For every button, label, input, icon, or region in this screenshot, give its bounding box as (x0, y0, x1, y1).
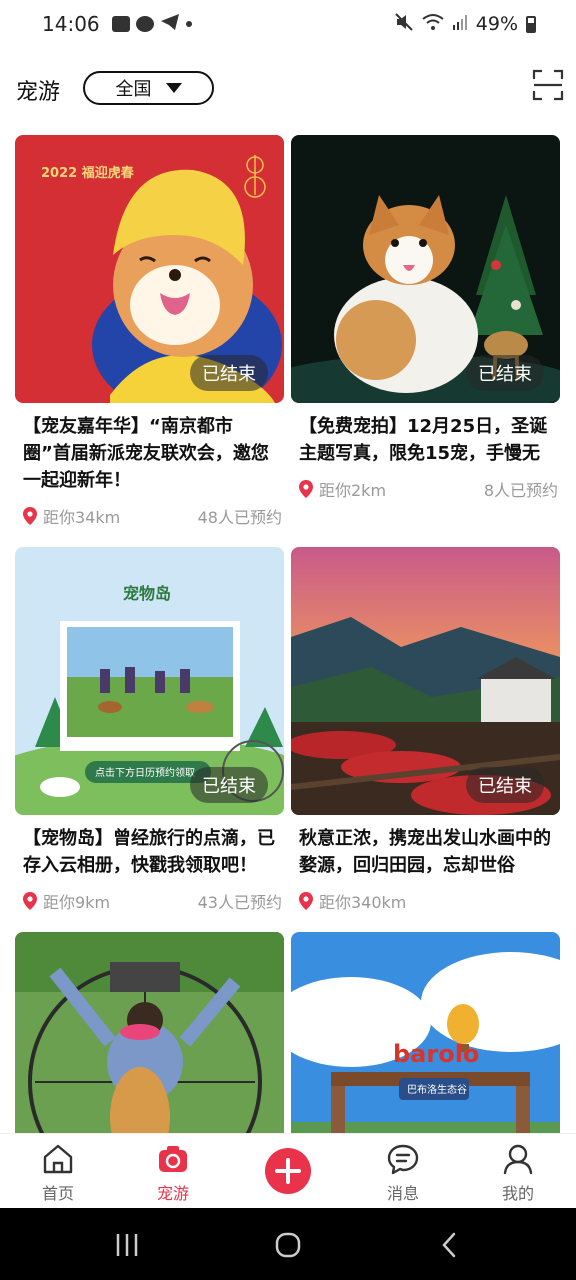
activity-card[interactable]: 已结束 【免费宠拍】12月25日，圣诞主题写真，限免15宠，手慢无 距你2km … (291, 135, 560, 503)
gallery-icon (111, 16, 130, 32)
reservation-count: 43人已预约 (197, 893, 282, 912)
home-button-icon[interactable] (273, 1230, 303, 1260)
system-nav-bar (0, 1208, 576, 1280)
activity-card[interactable]: 2022 福迎虎春 已结束 【宠友嘉年华】“南京都市圈”首届新派宠友联欢会，邀您… (15, 135, 284, 530)
nav-profile[interactable]: 我的 (483, 1142, 553, 1204)
ended-badge: 已结束 (190, 355, 268, 391)
activity-card[interactable] (15, 932, 284, 1133)
card-thumbnail (15, 932, 284, 1133)
nav-label: 宠游 (156, 1184, 189, 1203)
battery-icon (526, 15, 536, 33)
svg-text:宠物岛: 宠物岛 (123, 584, 171, 603)
activity-feed: 2022 福迎虎春 已结束 【宠友嘉年华】“南京都市圈”首届新派宠友联欢会，邀您… (15, 135, 561, 1133)
card-thumbnail: 已结束 (291, 135, 560, 403)
card-title: 秋意正浓，携宠出发山水画中的婺源，回归田园，忘却世俗 (299, 828, 551, 876)
activity-card[interactable]: 宠物岛 点击下方日历预约领取 已结束 【宠物岛】曾经旅行的点滴，已存入云相册，快… (15, 547, 284, 915)
card-thumbnail: 2022 福迎虎春 已结束 (15, 135, 284, 403)
distance-text: 距你34km (43, 508, 121, 527)
card-title: 【免费宠拍】12月25日，圣诞主题写真，限免15宠，手慢无 (299, 416, 548, 464)
battery-percent: 49% (475, 13, 518, 35)
card-meta: 距你340km (291, 887, 560, 915)
telegram-icon (160, 13, 180, 35)
location-pin-icon (299, 892, 313, 910)
distance-text: 距你2km (319, 481, 387, 500)
nav-label: 消息 (386, 1184, 419, 1203)
message-icon (387, 1144, 419, 1175)
ended-badge: 已结束 (190, 767, 268, 803)
add-button[interactable] (265, 1148, 311, 1194)
nav-label: 我的 (501, 1184, 534, 1203)
recent-apps-icon[interactable] (112, 1230, 142, 1260)
wifi-icon (422, 13, 444, 35)
nav-label: 首页 (41, 1184, 74, 1203)
mute-icon (394, 12, 414, 36)
distance-text: 距你9km (43, 893, 111, 912)
app-icon (135, 16, 154, 32)
distance-text: 距你340km (319, 893, 407, 912)
card-title: 【宠物岛】曾经旅行的点滴，已存入云相册，快戳我领取吧！ (23, 828, 275, 876)
svg-text:巴布洛生态谷: 巴布洛生态谷 (407, 1083, 467, 1096)
home-icon (43, 1144, 73, 1174)
card-thumbnail: 宠物岛 点击下方日历预约领取 已结束 (15, 547, 284, 815)
card-meta: 距你9km 43人已预约 (15, 887, 284, 915)
status-bar: 14:06 49% (0, 0, 576, 48)
card-thumbnail: barolo 巴布洛生态谷 (291, 932, 560, 1133)
svg-text:点击下方日历预约领取: 点击下方日历预约领取 (95, 766, 195, 779)
add-icon (275, 1158, 301, 1184)
page-title: 宠游 (16, 80, 61, 105)
nav-pet-travel[interactable]: 宠游 (138, 1142, 208, 1204)
region-selector[interactable]: 全国 (83, 71, 214, 105)
caret-down-icon (165, 83, 182, 93)
status-time: 14:06 (42, 12, 100, 36)
nav-home[interactable]: 首页 (23, 1142, 93, 1204)
card-title: 【宠友嘉年华】“南京都市圈”首届新派宠友联欢会，邀您一起迎新年！ (23, 416, 269, 491)
notification-icons (111, 13, 192, 35)
reservation-count: 8人已预约 (483, 481, 558, 500)
location-pin-icon (23, 892, 37, 910)
location-pin-icon (23, 507, 37, 525)
scan-icon[interactable] (532, 69, 564, 101)
camera-icon (159, 1146, 187, 1172)
location-pin-icon (299, 480, 313, 498)
card-thumbnail: 已结束 (291, 547, 560, 815)
signal-icon (452, 14, 468, 34)
status-right: 49% (394, 0, 536, 48)
svg-text:2022 福迎虎春: 2022 福迎虎春 (41, 165, 135, 181)
more-notifications-icon (185, 21, 192, 27)
reservation-count: 48人已预约 (197, 508, 282, 527)
nav-messages[interactable]: 消息 (368, 1142, 438, 1204)
profile-icon (503, 1144, 533, 1175)
ended-badge: 已结束 (466, 355, 544, 391)
header: 宠游 全国 (0, 60, 576, 118)
card-meta: 距你2km 8人已预约 (291, 475, 560, 503)
ended-badge: 已结束 (466, 767, 544, 803)
card-meta: 距你34km 48人已预约 (15, 502, 284, 530)
activity-card[interactable]: barolo 巴布洛生态谷 (291, 932, 560, 1133)
bottom-nav: 首页 宠游 消息 我的 (0, 1133, 576, 1208)
svg-text:barolo: barolo (393, 1040, 479, 1068)
region-label: 全国 (115, 79, 152, 100)
back-icon[interactable] (435, 1230, 465, 1260)
activity-card[interactable]: 已结束 秋意正浓，携宠出发山水画中的婺源，回归田园，忘却世俗 距你340km (291, 547, 560, 915)
